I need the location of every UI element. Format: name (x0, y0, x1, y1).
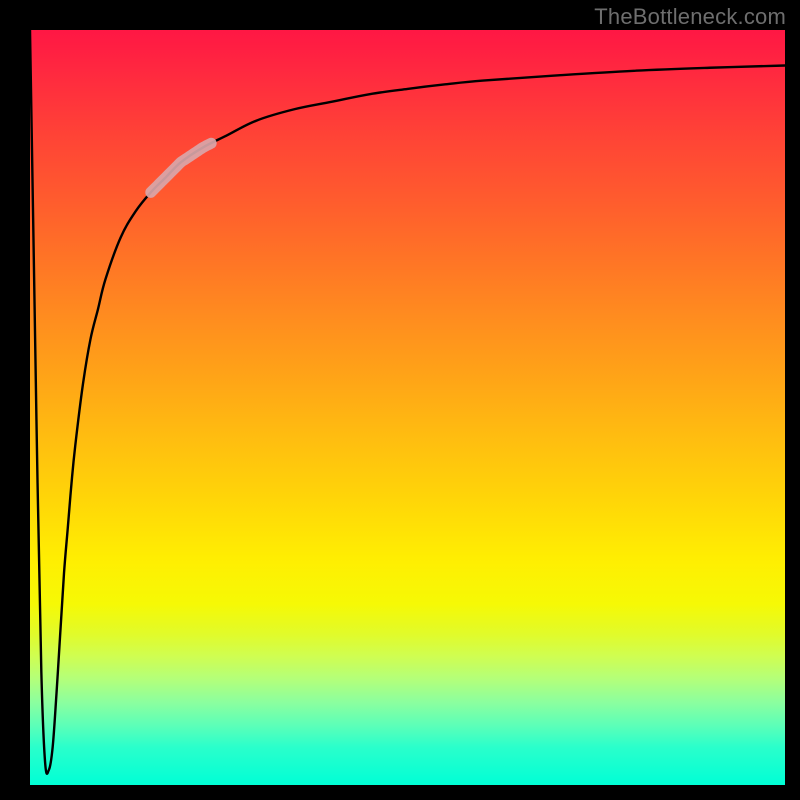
plot-background-gradient (30, 30, 785, 785)
chart-frame: TheBottleneck.com (0, 0, 800, 800)
watermark-text: TheBottleneck.com (594, 4, 786, 30)
